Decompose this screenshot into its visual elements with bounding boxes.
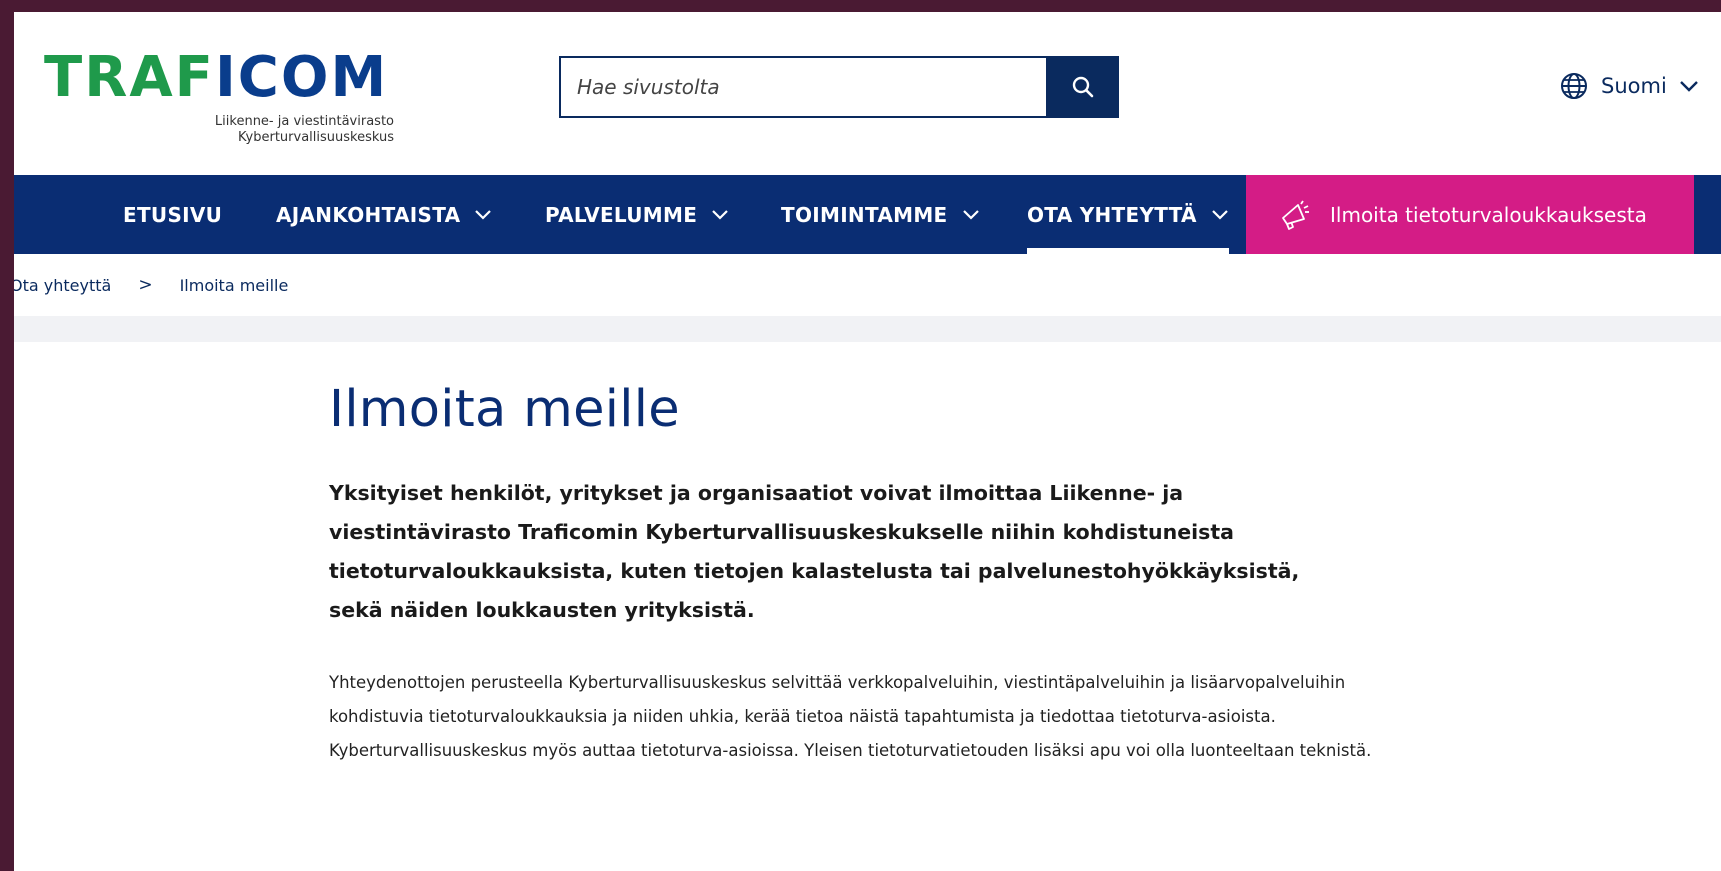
chevron-down-icon <box>1679 81 1698 92</box>
nav-item-label: PALVELUMME <box>545 202 698 227</box>
chevron-down-icon <box>1212 209 1228 220</box>
nav-item-etusivu[interactable]: ETUSIVU <box>123 175 222 254</box>
nav-item-ota-yhteytta[interactable]: OTA YHTEYTTÄ <box>1027 175 1229 254</box>
breadcrumb: Ota yhteyttä > Ilmoita meille <box>14 254 1721 316</box>
site-search <box>559 56 1119 118</box>
main-content: Ilmoita meille Yksityiset henkilöt, yrit… <box>329 352 1409 768</box>
breadcrumb-link-ota-yhteytta[interactable]: Ota yhteyttä <box>14 276 111 295</box>
nav-item-palvelumme[interactable]: PALVELUMME <box>545 175 729 254</box>
search-button[interactable] <box>1046 56 1119 118</box>
language-label: Suomi <box>1601 74 1667 98</box>
breadcrumb-current-page[interactable]: Ilmoita meille <box>180 276 289 295</box>
megaphone-icon <box>1282 200 1309 230</box>
nav-item-ajankohtaista[interactable]: AJANKOHTAISTA <box>276 175 492 254</box>
page-title: Ilmoita meille <box>329 380 680 439</box>
nav-item-label: AJANKOHTAISTA <box>276 202 461 227</box>
chevron-down-icon <box>475 209 492 220</box>
search-icon <box>1072 76 1093 98</box>
site-header: TRAFICOM Liikenne- ja viestintävirasto K… <box>14 12 1721 175</box>
report-breach-label: Ilmoita tietoturvaloukkauksesta <box>1330 202 1647 227</box>
language-selector[interactable]: Suomi <box>1559 68 1699 104</box>
nav-item-label: OTA YHTEYTTÄ <box>1027 202 1197 227</box>
main-navigation: ETUSIVU AJANKOHTAISTA PALVELUMME TOIMINT… <box>14 175 1721 254</box>
search-input[interactable] <box>559 56 1046 118</box>
chevron-down-icon <box>712 209 728 220</box>
breadcrumb-divider <box>14 316 1721 342</box>
browser-page: TRAFICOM Liikenne- ja viestintävirasto K… <box>14 12 1721 871</box>
nav-item-toimintamme[interactable]: TOIMINTAMME <box>781 175 980 254</box>
logo-wordmark: TRAFICOM <box>44 45 389 110</box>
body-paragraph: Yhteydenottojen perusteella Kyberturvall… <box>329 673 1372 760</box>
chevron-down-icon <box>962 209 979 220</box>
nav-item-label: TOIMINTAMME <box>781 202 948 227</box>
logo-subtitle: Liikenne- ja viestintävirasto Kyberturva… <box>215 114 394 146</box>
traficom-logo[interactable]: TRAFICOM Liikenne- ja viestintävirasto K… <box>44 48 394 148</box>
lead-paragraph: Yksityiset henkilöt, yritykset ja organi… <box>329 481 1300 622</box>
nav-item-label: ETUSIVU <box>123 202 223 227</box>
breadcrumb-separator-icon: > <box>138 275 153 295</box>
report-breach-button[interactable]: Ilmoita tietoturvaloukkauksesta <box>1246 175 1694 254</box>
globe-icon <box>1561 73 1587 99</box>
logo-subtitle-line2: Kyberturvallisuuskeskus <box>237 130 394 145</box>
logo-subtitle-line1: Liikenne- ja viestintävirasto <box>214 114 394 129</box>
